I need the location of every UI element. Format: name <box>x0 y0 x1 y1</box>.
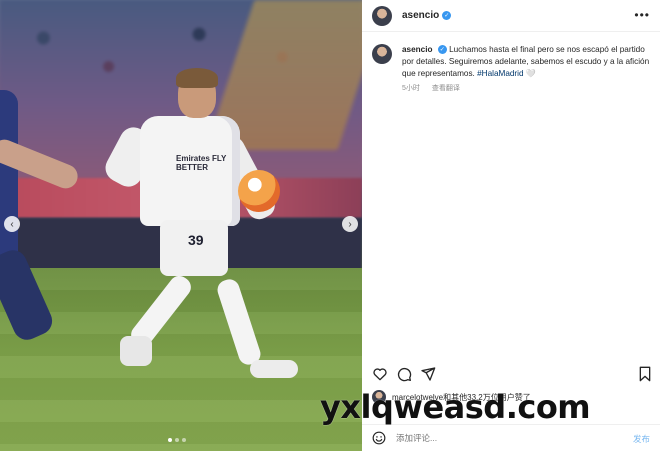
heart-icon[interactable] <box>372 366 388 382</box>
caption-username[interactable]: asencio <box>402 45 433 54</box>
carousel-next-button[interactable]: › <box>342 216 358 232</box>
football <box>238 170 280 212</box>
player-boot-right <box>250 360 298 378</box>
bookmark-icon[interactable] <box>638 366 652 382</box>
carousel-indicator <box>168 438 186 442</box>
comment-icon[interactable] <box>396 366 412 382</box>
carousel-prev-button[interactable]: ‹ <box>4 216 20 232</box>
avatar[interactable] <box>372 5 392 26</box>
post-sidebar: asencio ✓ ••• asencio ✓ Luchamos hasta e… <box>362 0 660 451</box>
action-bar <box>372 364 652 384</box>
translate-link[interactable]: 查看翻译 <box>432 85 460 92</box>
send-icon[interactable] <box>420 366 436 382</box>
more-horizontal-icon[interactable]: ••• <box>634 8 650 22</box>
verified-badge-icon: ✓ <box>442 11 452 20</box>
shirt-number: 39 <box>188 232 204 248</box>
post-header: asencio ✓ ••• <box>362 0 660 32</box>
carousel-dot <box>182 438 186 442</box>
white-heart-emoji: 🤍 <box>525 69 537 78</box>
chevron-right-icon: › <box>348 218 352 230</box>
hashtag-link[interactable]: #HalaMadrid <box>477 69 523 78</box>
caption-avatar[interactable] <box>372 44 392 64</box>
carousel-dot <box>168 438 172 442</box>
post-comment-button[interactable]: 发布 <box>633 433 650 445</box>
comment-bar: 发布 <box>362 424 660 451</box>
shirt-sponsor: Emirates FLY BETTER <box>176 154 227 172</box>
timestamp: 5小时 <box>402 85 420 92</box>
player-shorts <box>160 220 228 276</box>
player-boot-left <box>120 336 152 366</box>
watermark: yxlqweasd.com <box>320 388 591 426</box>
chevron-left-icon: ‹ <box>10 218 14 230</box>
emoji-icon[interactable] <box>372 431 386 445</box>
username[interactable]: asencio <box>402 10 439 21</box>
caption-meta: 5小时 查看翻译 <box>402 83 654 95</box>
post-media[interactable]: Emirates FLY BETTER 39 ‹ › <box>0 0 362 451</box>
carousel-dot <box>175 438 179 442</box>
comment-input[interactable] <box>396 433 596 443</box>
caption: asencio ✓ Luchamos hasta el final pero s… <box>372 44 654 95</box>
verified-badge-icon: ✓ <box>437 45 447 55</box>
player-hair <box>176 68 218 88</box>
